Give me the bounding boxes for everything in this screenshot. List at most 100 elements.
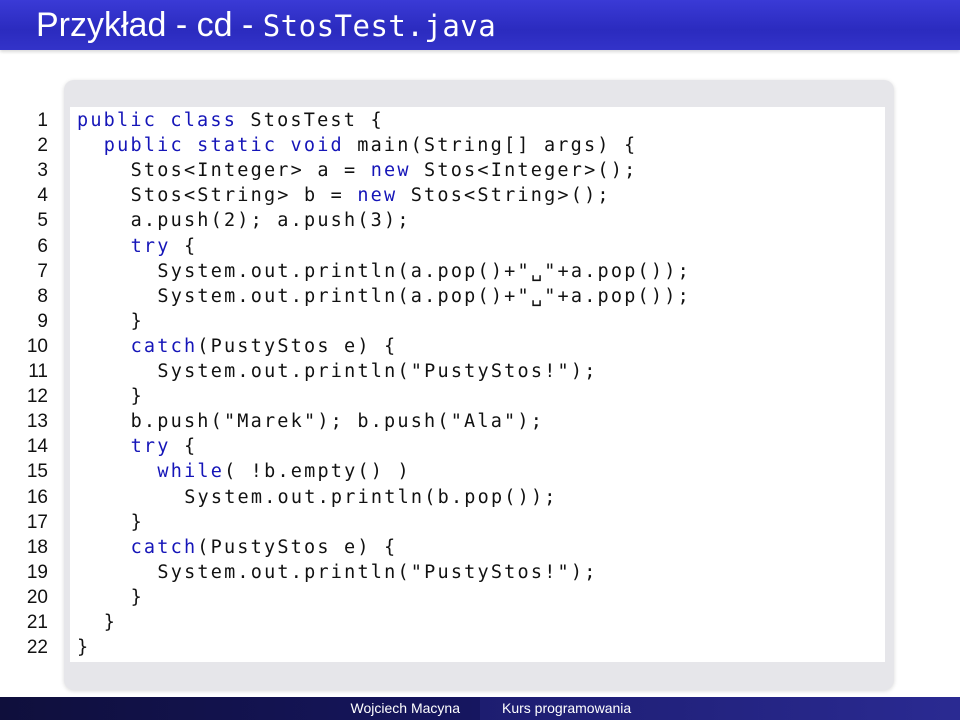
code-keyword: try xyxy=(130,235,171,257)
code-line: 12} xyxy=(0,384,960,409)
code-token: } xyxy=(77,637,91,659)
code-text: Stos<Integer> a = new Stos<Integer>(); xyxy=(131,158,638,183)
code-text: catch(PustyStos e) { xyxy=(131,334,398,359)
code-line: 19 System.out.println("PustyStos!"); xyxy=(0,560,960,585)
code-token: { xyxy=(170,436,198,458)
code-token: StosTest { xyxy=(237,110,384,131)
code-keyword: public static void xyxy=(103,135,344,157)
code-line: 11 System.out.println("PustyStos!"); xyxy=(0,359,960,384)
code-text: try { xyxy=(131,434,198,459)
code-line: 21} xyxy=(0,610,960,635)
code-token: Stos<String>(); xyxy=(397,185,611,207)
code-line: 2 public static void main(String[] args) … xyxy=(0,133,960,158)
line-number: 17 xyxy=(26,511,48,533)
code-keyword: new xyxy=(370,160,411,182)
code-token: } xyxy=(130,386,144,408)
code-keyword: try xyxy=(130,436,171,458)
line-number: 22 xyxy=(26,637,48,659)
code-token: System.out.println(a.pop()+"␣"+a.pop()); xyxy=(157,285,691,307)
line-number: 21 xyxy=(26,612,48,633)
line-number: 5 xyxy=(37,210,48,232)
code-text: System.out.println(a.pop()+"␣"+a.pop()); xyxy=(157,259,691,284)
code-line: 22} xyxy=(0,635,960,660)
line-number: 14 xyxy=(26,436,48,458)
code-keyword: catch xyxy=(130,335,198,357)
code-text: catch(PustyStos e) { xyxy=(131,535,398,560)
code-keyword: new xyxy=(357,185,398,207)
footer-course-panel: Kurs programowania xyxy=(480,697,960,720)
code-line: 13 b.push("Marek"); b.push("Ala"); xyxy=(0,409,960,434)
code-text: } xyxy=(131,384,144,409)
line-number: 3 xyxy=(37,160,48,182)
code-line: 1 public class StosTest { xyxy=(0,108,960,133)
code-token: System.out.println(b.pop()); xyxy=(184,486,558,508)
code-token: } xyxy=(130,310,144,332)
code-token: } xyxy=(130,586,144,608)
line-number: 7 xyxy=(37,260,48,282)
code-line: 8 System.out.println(a.pop()+"␣"+a.pop())… xyxy=(0,284,960,309)
footer-author: Wojciech Macyna xyxy=(350,700,460,716)
footer-course: Kurs programowania xyxy=(502,700,632,716)
code-line: 4 Stos<String> b = new Stos<String>(); xyxy=(0,183,960,208)
line-number: 4 xyxy=(37,185,48,207)
code-text: } xyxy=(131,510,144,535)
line-number: 13 xyxy=(26,411,48,433)
code-text: } xyxy=(131,585,144,610)
code-line: 5 a.push(2); a.push(3); xyxy=(0,208,960,233)
line-number: 2 xyxy=(37,135,48,157)
code-text: } xyxy=(77,635,90,660)
code-line: 3 Stos<Integer> a = new Stos<Integer>(); xyxy=(0,158,960,183)
code-line: 17} xyxy=(0,510,960,535)
code-token: (PustyStos e) { xyxy=(197,335,398,357)
code-token: } xyxy=(130,511,144,533)
code-token: System.out.println("PustyStos!"); xyxy=(157,561,598,583)
code-text: a.push(2); a.push(3); xyxy=(131,208,411,233)
code-line: 15 while( !b.empty() ) xyxy=(0,459,960,484)
line-number: 9 xyxy=(37,310,48,332)
code-line: 7 System.out.println(a.pop()+"␣"+a.pop())… xyxy=(0,259,960,284)
code-token: { xyxy=(170,235,198,257)
line-number: 11 xyxy=(28,361,48,382)
code-token: System.out.println("PustyStos!"); xyxy=(157,361,598,382)
slide-footer: Wojciech Macyna Kurs programowania xyxy=(0,697,960,720)
code-token: Stos<Integer> a = xyxy=(130,160,371,182)
code-text: System.out.println("PustyStos!"); xyxy=(157,359,597,384)
code-line: 14 try { xyxy=(0,434,960,459)
code-token: a.push(2); a.push(3); xyxy=(130,210,411,232)
code-text: while( !b.empty() ) xyxy=(157,459,410,484)
code-text: } xyxy=(131,309,144,334)
line-number: 12 xyxy=(26,386,48,408)
line-number: 18 xyxy=(26,536,48,558)
code-token: (PustyStos e) { xyxy=(197,536,398,558)
line-number: 6 xyxy=(37,235,48,257)
code-text: System.out.println(a.pop()+"␣"+a.pop()); xyxy=(157,284,691,309)
code-token: } xyxy=(103,612,118,633)
code-text: System.out.println(b.pop()); xyxy=(184,485,557,510)
code-text: b.push("Marek"); b.push("Ala"); xyxy=(131,409,544,434)
code-line: 10 catch(PustyStos e) { xyxy=(0,334,960,359)
code-text: try { xyxy=(131,234,198,259)
line-number: 1 xyxy=(37,110,48,131)
line-number: 8 xyxy=(37,285,48,307)
code-keyword: catch xyxy=(130,536,198,558)
code-text: System.out.println("PustyStos!"); xyxy=(157,560,597,585)
code-line: 9} xyxy=(0,309,960,334)
line-number: 16 xyxy=(26,486,48,508)
code-text: public class StosTest { xyxy=(77,108,384,133)
footer-author-panel: Wojciech Macyna xyxy=(0,697,480,720)
code-keyword: public class xyxy=(77,110,238,131)
line-number: 10 xyxy=(26,335,48,357)
code-line: 18 catch(PustyStos e) { xyxy=(0,535,960,560)
code-text: public static void main(String[] args) { xyxy=(104,133,638,158)
code-keyword: while xyxy=(157,461,225,483)
code-token: b.push("Marek"); b.push("Ala"); xyxy=(130,411,545,433)
line-number: 20 xyxy=(26,586,48,608)
code-line: 16 System.out.println(b.pop()); xyxy=(0,485,960,510)
code-token: Stos<String> b = xyxy=(130,185,358,207)
code-token: main(String[] args) { xyxy=(343,135,638,157)
code-listing: 1 public class StosTest { 2 public static v… xyxy=(0,0,960,720)
code-line: 6 try { xyxy=(0,234,960,259)
line-number: 19 xyxy=(26,561,48,583)
code-text: } xyxy=(104,610,117,635)
line-number: 15 xyxy=(26,461,48,483)
